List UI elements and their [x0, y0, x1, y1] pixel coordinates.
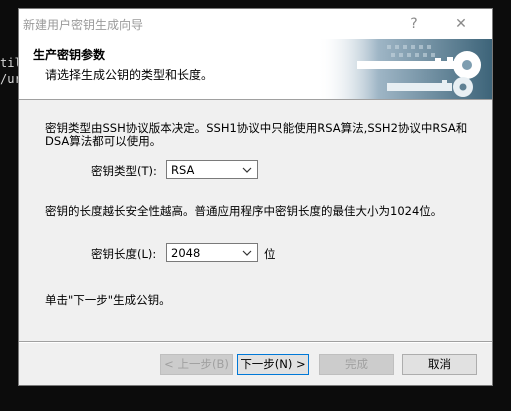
- header-title: 生产密钥参数: [33, 48, 106, 62]
- cancel-button[interactable]: 取消: [402, 354, 477, 375]
- terminal-background: til /ur: [0, 0, 18, 411]
- close-button[interactable]: ✕: [439, 9, 483, 39]
- key-type-description-line2: DSA算法都可以使用。: [45, 134, 162, 148]
- back-button[interactable]: < 上一步(B): [160, 354, 233, 375]
- key-length-select[interactable]: 2048: [166, 243, 258, 262]
- key-generation-wizard-dialog: 新建用户密钥生成向导 ? ✕ 生产密钥参数 请选择生成公钥的类型和长度。 密钥类…: [18, 8, 493, 386]
- help-button[interactable]: ?: [392, 9, 436, 39]
- dialog-title: 新建用户密钥生成向导: [23, 18, 144, 32]
- wizard-header: 生产密钥参数 请选择生成公钥的类型和长度。: [19, 39, 492, 100]
- terminal-background-right: [493, 0, 511, 411]
- wizard-content: 密钥类型由SSH协议版本决定。SSH1协议中只能使用RSA算法,SSH2协议中R…: [19, 100, 492, 340]
- header-subtitle: 请选择生成公钥的类型和长度。: [45, 68, 214, 82]
- key-type-label: 密钥类型(T):: [91, 164, 157, 178]
- key-length-unit: 位: [264, 247, 276, 261]
- next-button[interactable]: 下一步(N) >: [237, 354, 309, 375]
- finish-button[interactable]: 完成: [319, 354, 394, 375]
- key-length-label: 密钥长度(L):: [91, 247, 157, 261]
- terminal-background-bottom: [0, 388, 511, 411]
- terminal-text-line: til: [0, 56, 18, 70]
- key-type-value: RSA: [171, 163, 195, 177]
- key-type-select[interactable]: RSA: [166, 160, 258, 179]
- key-length-description: 密钥的长度越长安全性越高。普通应用程序中密钥长度的最佳大小为1024位。: [45, 204, 443, 218]
- terminal-text-line: /ur: [0, 72, 18, 86]
- keys-banner-icon: [317, 39, 492, 99]
- key-length-value: 2048: [171, 246, 201, 260]
- button-separator: [19, 341, 492, 343]
- dialog-titlebar[interactable]: 新建用户密钥生成向导 ? ✕: [19, 9, 492, 39]
- chevron-down-icon: [242, 250, 252, 256]
- chevron-down-icon: [242, 167, 252, 173]
- instruction-text: 单击"下一步"生成公钥。: [45, 293, 171, 307]
